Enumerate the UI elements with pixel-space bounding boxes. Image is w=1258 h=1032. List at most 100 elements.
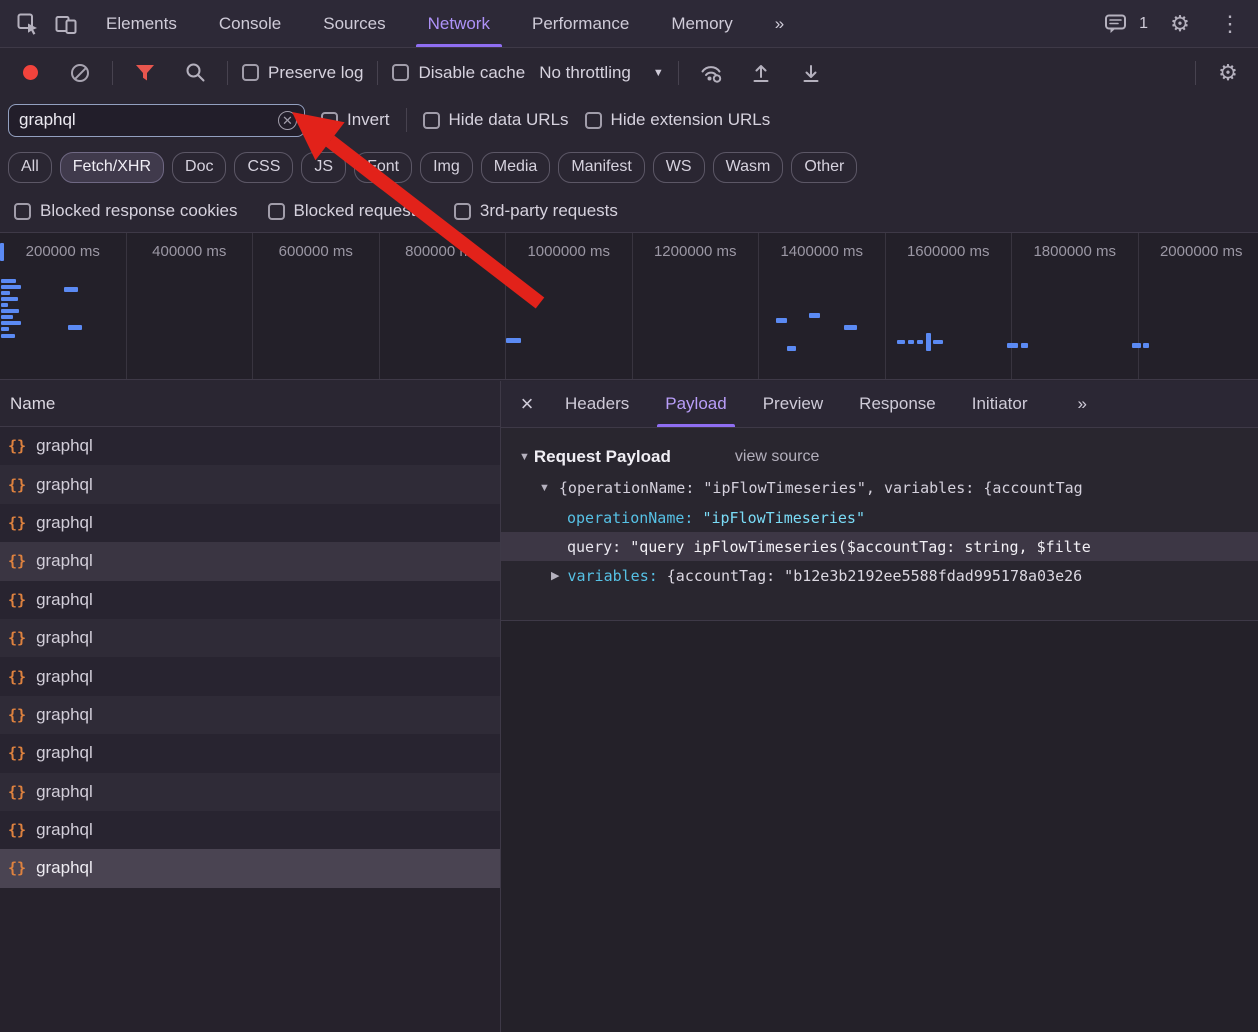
hide-data-urls-checkbox[interactable] <box>423 112 440 129</box>
filter-funnel-icon[interactable] <box>127 56 163 90</box>
preserve-log-checkbox[interactable] <box>242 64 259 81</box>
payload-preview-row[interactable]: ▼ {operationName: "ipFlowTimeseries", va… <box>501 472 1258 503</box>
network-settings-gear-icon[interactable]: ⚙ <box>1210 56 1246 90</box>
timeline-request-bar[interactable] <box>1 327 9 331</box>
tab-response[interactable]: Response <box>841 381 954 427</box>
table-row[interactable]: {}graphql <box>0 465 500 503</box>
table-row[interactable]: {}graphql <box>0 581 500 619</box>
table-row[interactable]: {}graphql <box>0 696 500 734</box>
third-party-requests-checkbox[interactable] <box>454 203 471 220</box>
more-tabs-chevron-icon[interactable]: » <box>755 0 804 47</box>
view-source-link[interactable]: view source <box>735 448 819 466</box>
table-row[interactable]: {}graphql <box>0 542 500 580</box>
table-row[interactable]: {}graphql <box>0 619 500 657</box>
inspect-element-icon[interactable] <box>10 7 46 41</box>
import-har-icon[interactable] <box>743 56 779 90</box>
payload-operation-name-row[interactable]: operationName: "ipFlowTimeseries" <box>501 503 1258 532</box>
timeline-request-bar[interactable] <box>933 340 943 344</box>
issues-bubble-icon[interactable] <box>1097 7 1133 41</box>
close-details-icon[interactable]: × <box>507 381 547 427</box>
timeline-request-bar[interactable] <box>1 285 21 289</box>
tab-performance[interactable]: Performance <box>512 0 649 47</box>
kebab-menu-icon[interactable]: ⋮ <box>1212 7 1248 41</box>
blocked-requests-checkbox[interactable] <box>268 203 285 220</box>
network-overview-timeline[interactable]: 200000 ms 400000 ms 600000 ms 800000 ms … <box>0 232 1258 380</box>
chip-font[interactable]: Font <box>354 152 412 183</box>
timeline-request-bar[interactable] <box>1 334 15 338</box>
tab-preview[interactable]: Preview <box>745 381 841 427</box>
blocked-response-cookies-label: Blocked response cookies <box>40 201 238 221</box>
chip-other[interactable]: Other <box>791 152 857 183</box>
timeline-request-bar[interactable] <box>776 318 787 323</box>
table-row[interactable]: {}graphql <box>0 773 500 811</box>
disable-cache-checkbox[interactable] <box>392 64 409 81</box>
timeline-request-bar[interactable] <box>1132 343 1141 348</box>
tab-headers[interactable]: Headers <box>547 381 647 427</box>
tab-console[interactable]: Console <box>199 0 301 47</box>
timeline-request-bar[interactable] <box>1 297 18 301</box>
timeline-request-bar[interactable] <box>1 309 19 313</box>
chip-manifest[interactable]: Manifest <box>558 152 644 183</box>
export-har-icon[interactable] <box>793 56 829 90</box>
hide-extension-urls-checkbox[interactable] <box>585 112 602 129</box>
timeline-request-bar[interactable] <box>926 333 931 351</box>
record-button[interactable] <box>12 56 48 90</box>
device-toolbar-icon[interactable] <box>48 7 84 41</box>
payload-variables-row[interactable]: ▶ variables: {accountTag: "b12e3b2192ee5… <box>501 561 1258 590</box>
request-name: graphql <box>36 475 93 495</box>
table-row[interactable]: {}graphql <box>0 427 500 465</box>
timeline-request-bar[interactable] <box>809 313 820 318</box>
chip-wasm[interactable]: Wasm <box>713 152 784 183</box>
table-row[interactable]: {}graphql <box>0 734 500 772</box>
chip-all[interactable]: All <box>8 152 52 183</box>
timeline-request-bar[interactable] <box>0 243 4 261</box>
chip-css[interactable]: CSS <box>234 152 293 183</box>
clear-filter-icon[interactable]: ✕ <box>278 111 297 130</box>
timeline-request-bar[interactable] <box>68 325 82 330</box>
chip-js[interactable]: JS <box>301 152 346 183</box>
tab-memory[interactable]: Memory <box>651 0 752 47</box>
chip-doc[interactable]: Doc <box>172 152 226 183</box>
timeline-request-bar[interactable] <box>1 279 16 283</box>
timeline-request-bar[interactable] <box>844 325 857 330</box>
tab-payload[interactable]: Payload <box>647 381 744 427</box>
name-column-header[interactable]: Name <box>0 381 500 427</box>
table-row[interactable]: {}graphql <box>0 811 500 849</box>
timeline-request-bar[interactable] <box>1021 343 1028 348</box>
timeline-request-bar[interactable] <box>1 321 21 325</box>
request-payload-section-header[interactable]: ▼ Request Payload view source <box>501 441 1258 472</box>
tab-sources[interactable]: Sources <box>303 0 405 47</box>
request-payload-title: Request Payload <box>534 447 671 467</box>
timeline-request-bar[interactable] <box>897 340 905 344</box>
search-icon[interactable] <box>177 56 213 90</box>
details-more-tabs-chevron-icon[interactable]: » <box>1059 381 1104 427</box>
timeline-request-bar[interactable] <box>787 346 796 351</box>
chip-fetch-xhr[interactable]: Fetch/XHR <box>60 152 164 183</box>
timeline-request-bar[interactable] <box>1143 343 1149 348</box>
chip-ws[interactable]: WS <box>653 152 705 183</box>
chip-media[interactable]: Media <box>481 152 551 183</box>
chip-img[interactable]: Img <box>420 152 473 183</box>
tab-network[interactable]: Network <box>408 0 510 47</box>
timeline-request-bar[interactable] <box>1 291 10 295</box>
tab-elements[interactable]: Elements <box>86 0 197 47</box>
network-conditions-icon[interactable] <box>693 56 729 90</box>
table-row[interactable]: {}graphql <box>0 504 500 542</box>
timeline-request-bar[interactable] <box>1007 343 1018 348</box>
tab-initiator[interactable]: Initiator <box>954 381 1046 427</box>
throttling-select[interactable]: No throttling ▼ <box>539 63 664 83</box>
table-row-selected[interactable]: {}graphql <box>0 849 500 887</box>
clear-network-log-button[interactable] <box>62 56 98 90</box>
invert-checkbox[interactable] <box>321 112 338 129</box>
table-row[interactable]: {}graphql <box>0 657 500 695</box>
timeline-request-bar[interactable] <box>506 338 521 343</box>
timeline-request-bar[interactable] <box>908 340 914 344</box>
filter-input[interactable] <box>8 104 305 137</box>
timeline-request-bar[interactable] <box>64 287 78 292</box>
payload-query-row-selected[interactable]: query: "query ipFlowTimeseries($accountT… <box>501 532 1258 561</box>
timeline-request-bar[interactable] <box>1 315 13 319</box>
blocked-response-cookies-checkbox[interactable] <box>14 203 31 220</box>
timeline-request-bar[interactable] <box>917 340 923 344</box>
timeline-request-bar[interactable] <box>1 303 8 307</box>
settings-gear-icon[interactable]: ⚙ <box>1162 7 1198 41</box>
